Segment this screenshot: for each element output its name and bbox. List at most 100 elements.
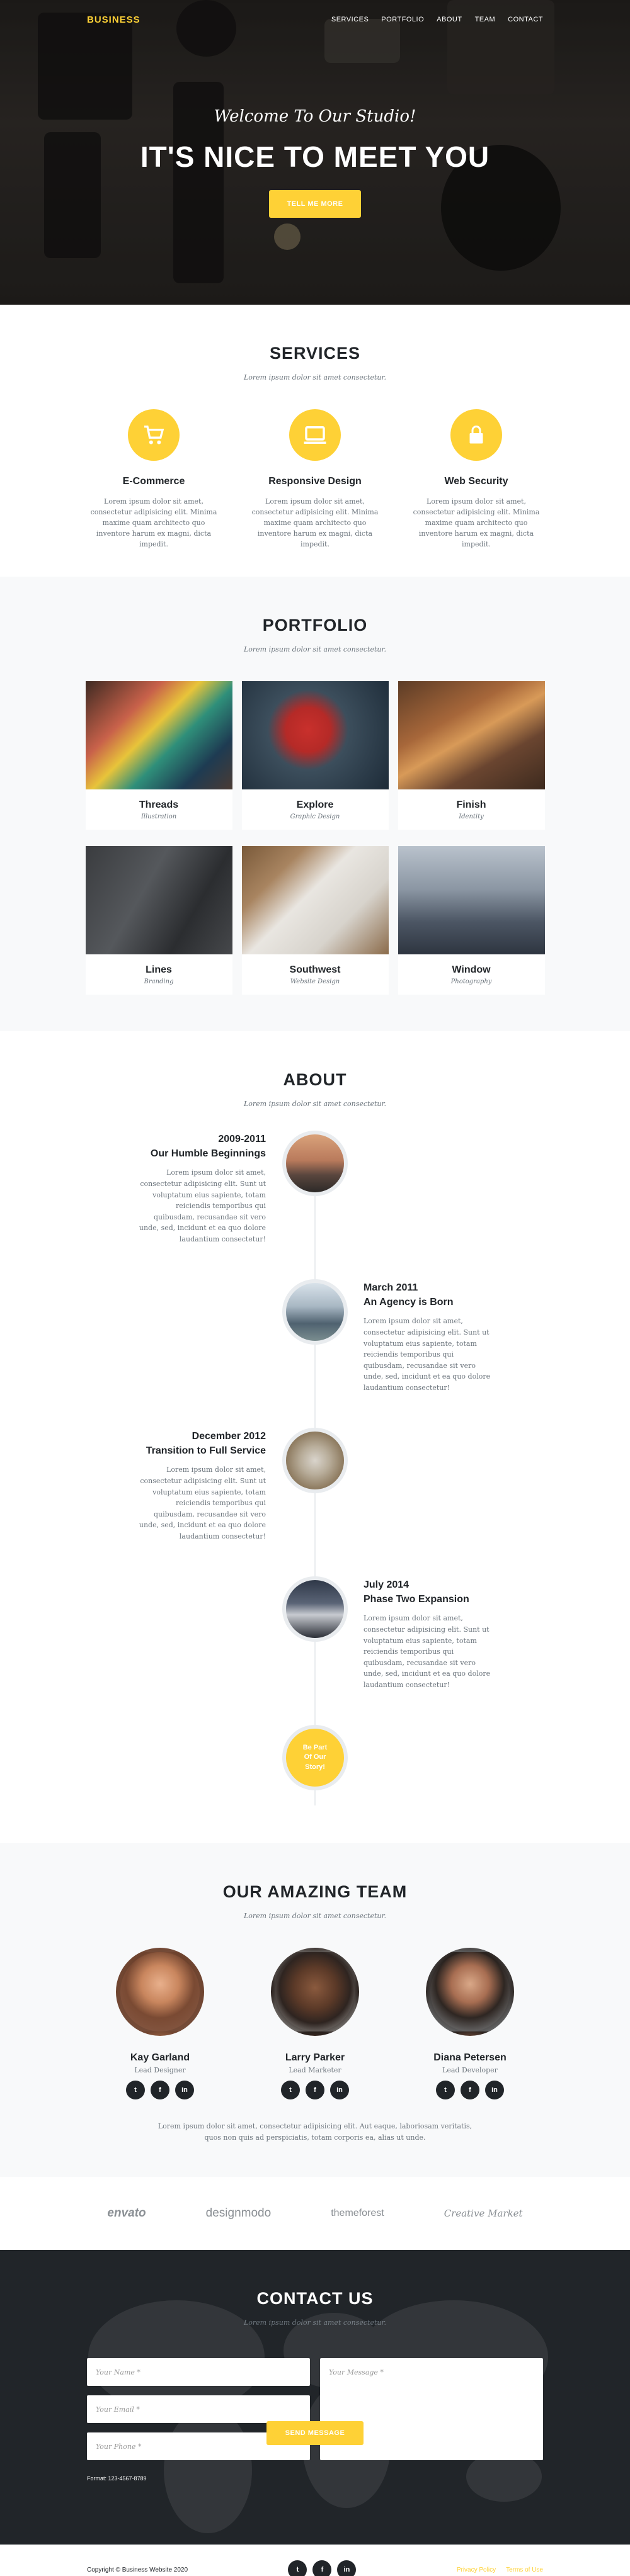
privacy-policy-link[interactable]: Privacy Policy: [457, 2567, 496, 2573]
service-text: Lorem ipsum dolor sit amet, consectetur …: [90, 497, 217, 549]
contact-section: CONTACT US Lorem ipsum dolor sit amet co…: [0, 2250, 630, 2545]
member-socials: t f in: [116, 2081, 204, 2099]
timeline-date: 2009-2011: [218, 1134, 266, 1144]
client-logo-creative-market[interactable]: Creative Market: [444, 2208, 523, 2219]
send-message-button[interactable]: SEND MESSAGE: [266, 2421, 364, 2445]
portfolio-item-lines[interactable]: Lines Branding: [85, 846, 232, 995]
portfolio-caption: Explore Graphic Design: [242, 789, 389, 830]
twitter-icon[interactable]: t: [126, 2081, 145, 2099]
client-logo-designmodo[interactable]: designmodo: [206, 2206, 272, 2220]
team-row: Kay Garland Lead Designer t f in Larry P…: [0, 1948, 630, 2099]
avatar: [116, 1948, 204, 2036]
laptop-icon: [289, 409, 341, 461]
timeline-entry-3: December 2012 Transition to Full Service…: [134, 1429, 266, 1542]
facebook-icon[interactable]: f: [306, 2081, 324, 2099]
hero-section: Welcome To Our Studio! IT'S NICE TO MEET…: [0, 0, 630, 305]
team-subtitle: Lorem ipsum dolor sit amet consectetur.: [243, 1912, 387, 1920]
service-title: Responsive Design: [268, 476, 362, 487]
nav-links: SERVICES PORTFOLIO ABOUT TEAM CONTACT: [331, 16, 543, 23]
cart-icon: [128, 409, 180, 461]
member-socials: t f in: [271, 2081, 359, 2099]
client-logo-themeforest[interactable]: themeforest: [331, 2208, 384, 2219]
portfolio-image: [85, 846, 232, 954]
team-member-kay: Kay Garland Lead Designer t f in: [116, 1948, 204, 2099]
service-title: E-Commerce: [122, 476, 185, 487]
service-security: Web Security Lorem ipsum dolor sit amet,…: [410, 409, 542, 550]
portfolio-image: [241, 681, 389, 789]
portfolio-item-category: Website Design: [290, 978, 340, 985]
portfolio-subtitle: Lorem ipsum dolor sit amet consectetur.: [243, 645, 387, 653]
timeline-image-4: [282, 1576, 348, 1642]
timeline-heading: Phase Two Expansion: [364, 1594, 469, 1605]
member-role: Lead Designer: [134, 2066, 186, 2074]
story-line-3: Story!: [305, 1763, 325, 1771]
service-text: Lorem ipsum dolor sit amet, consectetur …: [251, 497, 379, 549]
nav-link-team[interactable]: TEAM: [475, 16, 496, 23]
linkedin-icon[interactable]: in: [330, 2081, 349, 2099]
timeline-text: Lorem ipsum dolor sit amet, consectetur …: [139, 1168, 266, 1243]
timeline-heading: An Agency is Born: [364, 1297, 454, 1308]
client-logo-envato[interactable]: envato: [107, 2206, 146, 2220]
facebook-icon[interactable]: f: [312, 2560, 332, 2576]
facebook-icon[interactable]: f: [151, 2081, 169, 2099]
nav-link-about[interactable]: ABOUT: [437, 16, 462, 23]
about-subtitle: Lorem ipsum dolor sit amet consectetur.: [243, 1100, 387, 1108]
portfolio-item-finish[interactable]: Finish Identity: [398, 681, 545, 830]
service-ecommerce: E-Commerce Lorem ipsum dolor sit amet, c…: [88, 409, 220, 550]
email-field[interactable]: Your Email *: [87, 2395, 310, 2423]
portfolio-item-explore[interactable]: Explore Graphic Design: [241, 681, 389, 830]
brand-logo[interactable]: BUSINESS: [87, 14, 140, 25]
services-subtitle: Lorem ipsum dolor sit amet consectetur.: [243, 373, 387, 381]
portfolio-item-title: Threads: [139, 799, 179, 810]
portfolio-item-category: Identity: [459, 813, 484, 820]
timeline-entry-4: July 2014 Phase Two Expansion Lorem ipsu…: [364, 1578, 496, 1691]
portfolio-item-title: Southwest: [289, 964, 341, 975]
nav-link-services[interactable]: SERVICES: [331, 16, 369, 23]
linkedin-icon[interactable]: in: [337, 2560, 357, 2576]
nav-link-portfolio[interactable]: PORTFOLIO: [381, 16, 424, 23]
portfolio-item-threads[interactable]: Threads Illustration: [85, 681, 232, 830]
services-section: SERVICES Lorem ipsum dolor sit amet cons…: [0, 305, 630, 577]
timeline-image-1: [282, 1131, 348, 1196]
name-field[interactable]: Your Name *: [87, 2358, 310, 2386]
linkedin-icon[interactable]: in: [485, 2081, 504, 2099]
service-responsive: Responsive Design Lorem ipsum dolor sit …: [249, 409, 381, 550]
service-text: Lorem ipsum dolor sit amet, consectetur …: [413, 497, 540, 549]
portfolio-caption: Lines Branding: [86, 954, 232, 995]
portfolio-item-southwest[interactable]: Southwest Website Design: [241, 846, 389, 995]
nav-link-contact[interactable]: CONTACT: [508, 16, 543, 23]
twitter-icon[interactable]: t: [281, 2081, 300, 2099]
portfolio-title: PORTFOLIO: [262, 616, 368, 635]
navbar: BUSINESS SERVICES PORTFOLIO ABOUT TEAM C…: [0, 0, 630, 39]
portfolio-caption: Finish Identity: [398, 789, 545, 830]
timeline-heading: Transition to Full Service: [146, 1445, 266, 1457]
timeline-image-2: [282, 1279, 348, 1345]
footer-socials: t f in: [288, 2560, 357, 2576]
member-role: Lead Developer: [442, 2066, 498, 2074]
portfolio-item-window[interactable]: Window Photography: [398, 846, 545, 995]
terms-of-use-link[interactable]: Terms of Use: [506, 2567, 543, 2573]
timeline-text: Lorem ipsum dolor sit amet, consectetur …: [139, 1466, 266, 1540]
portfolio-grid: Threads Illustration Explore Graphic Des…: [0, 681, 630, 995]
member-name: Diana Petersen: [433, 2052, 507, 2063]
portfolio-item-title: Window: [452, 964, 491, 975]
avatar: [271, 1948, 359, 2036]
portfolio-item-title: Lines: [146, 964, 172, 975]
team-member-larry: Larry Parker Lead Marketer t f in: [271, 1948, 359, 2099]
member-name: Larry Parker: [285, 2052, 345, 2063]
twitter-icon[interactable]: t: [288, 2560, 307, 2576]
portfolio-image: [398, 846, 545, 954]
twitter-icon[interactable]: t: [436, 2081, 455, 2099]
phone-format-note: Format: 123-4567-8789: [87, 2475, 147, 2482]
hero-subtitle: Welcome To Our Studio!: [214, 107, 416, 126]
team-member-diana: Diana Petersen Lead Developer t f in: [426, 1948, 514, 2099]
portfolio-image: [85, 681, 232, 789]
tell-me-more-button[interactable]: TELL ME MORE: [269, 190, 361, 218]
timeline-image-3: [282, 1428, 348, 1493]
linkedin-icon[interactable]: in: [175, 2081, 194, 2099]
portfolio-item-title: Explore: [296, 799, 334, 810]
timeline-entry-2: March 2011 An Agency is Born Lorem ipsum…: [364, 1280, 496, 1394]
facebook-icon[interactable]: f: [461, 2081, 479, 2099]
contact-form-left: Your Name * Your Email * Your Phone *: [87, 2358, 310, 2470]
portfolio-caption: Threads Illustration: [86, 789, 232, 830]
